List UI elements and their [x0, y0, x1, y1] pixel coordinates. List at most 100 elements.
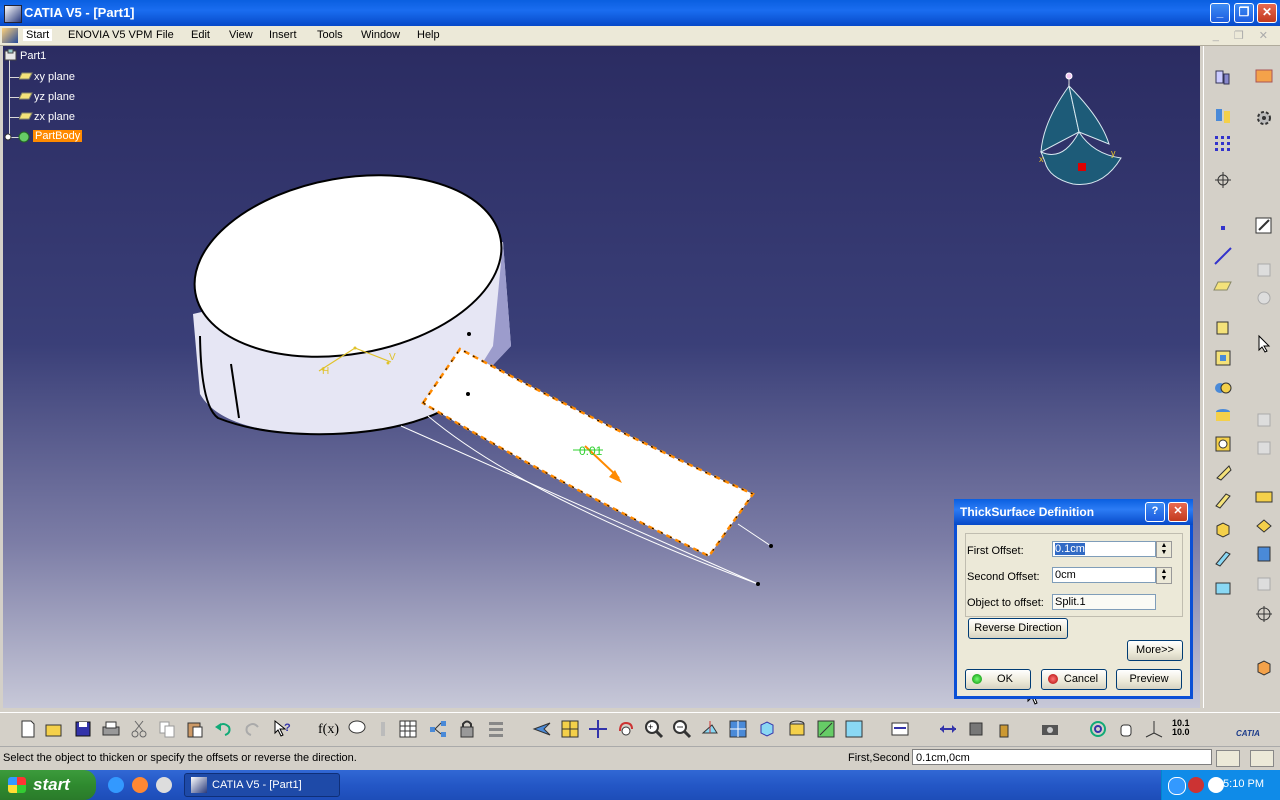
start-button[interactable]: start: [0, 770, 96, 800]
join-icon[interactable]: [1254, 486, 1274, 506]
spiral-icon[interactable]: [1088, 719, 1108, 739]
update-icon[interactable]: [890, 719, 910, 739]
hide-show-icon[interactable]: [816, 719, 836, 739]
tray-alert-icon[interactable]: [1188, 777, 1204, 793]
preview-button[interactable]: Preview: [1116, 669, 1182, 690]
menu-window[interactable]: Window: [361, 29, 400, 41]
first-offset-spinner[interactable]: ▲ ▼: [1156, 541, 1172, 558]
object-to-offset-field[interactable]: Split.1: [1052, 594, 1156, 610]
formula-icon[interactable]: f(x): [318, 722, 339, 738]
redo-icon[interactable]: [243, 719, 263, 739]
menu-help[interactable]: Help: [417, 29, 440, 41]
shading-icon[interactable]: [787, 719, 807, 739]
surface-icon[interactable]: [1213, 106, 1233, 126]
revolve-icon[interactable]: [1213, 348, 1233, 368]
measure-icon[interactable]: [938, 719, 958, 739]
edge-fillet-icon[interactable]: [1213, 578, 1233, 598]
compass-widget[interactable]: x y: [1033, 72, 1133, 190]
extract-icon[interactable]: [1254, 544, 1274, 564]
cut-icon[interactable]: [129, 719, 149, 739]
target-icon[interactable]: [1254, 604, 1274, 624]
normal-view-icon[interactable]: [700, 719, 720, 739]
first-offset-field[interactable]: 0.1cm: [1052, 541, 1156, 557]
plane-icon[interactable]: [1213, 276, 1233, 296]
menu-insert[interactable]: Insert: [269, 29, 297, 41]
undo-icon[interactable]: [213, 719, 233, 739]
open-icon[interactable]: [44, 719, 64, 739]
extrude-icon[interactable]: [1213, 318, 1233, 338]
save-icon[interactable]: [73, 719, 93, 739]
menu-edit[interactable]: Edit: [191, 29, 210, 41]
solid-box-icon[interactable]: [1254, 658, 1274, 678]
menu-tools[interactable]: Tools: [317, 29, 343, 41]
rotate-icon[interactable]: [616, 719, 636, 739]
snapshot-icon[interactable]: [1040, 719, 1060, 739]
media-icon[interactable]: [156, 777, 172, 793]
menu-enovia[interactable]: ENOVIA V5 VPM: [68, 29, 152, 41]
multi-view-icon[interactable]: [728, 719, 748, 739]
status-input-field[interactable]: 0.1cm,0cm: [912, 749, 1212, 765]
sphere-icon[interactable]: [1213, 378, 1233, 398]
menu-file[interactable]: File: [156, 29, 174, 41]
table-icon[interactable]: [398, 719, 418, 739]
taskbar-item-catia[interactable]: CATIA V5 - [Part1]: [184, 773, 340, 797]
untrim-icon[interactable]: [1213, 548, 1233, 568]
select-arrow-icon[interactable]: [1254, 334, 1274, 354]
new-icon[interactable]: [18, 719, 38, 739]
status-button-1[interactable]: [1216, 750, 1240, 767]
hierarchy-icon[interactable]: [428, 719, 448, 739]
lock-icon[interactable]: [457, 719, 477, 739]
start-icon[interactable]: [2, 28, 18, 43]
zoom-in-icon[interactable]: +: [644, 719, 664, 739]
tray-arrow-icon[interactable]: [1168, 777, 1186, 795]
swap-icon[interactable]: [844, 719, 864, 739]
split-icon[interactable]: [1254, 516, 1274, 536]
second-offset-field[interactable]: 0cm: [1052, 567, 1156, 583]
help-button[interactable]: ?: [1145, 502, 1165, 522]
zoom-out-icon[interactable]: [672, 719, 692, 739]
gear-icon[interactable]: [1254, 108, 1274, 128]
more-button[interactable]: More>>: [1127, 640, 1183, 661]
inertia-icon[interactable]: [966, 719, 986, 739]
cylinder-icon[interactable]: [1213, 406, 1233, 426]
fit-all-icon[interactable]: [560, 719, 580, 739]
sketcher-icon[interactable]: [1213, 68, 1233, 88]
close-button[interactable]: ✕: [1257, 3, 1277, 23]
tray-sound-icon[interactable]: [1208, 777, 1224, 793]
scale-label[interactable]: 10.1 10.0: [1172, 719, 1190, 737]
fly-icon[interactable]: [532, 719, 552, 739]
axis-system-icon[interactable]: [1213, 170, 1233, 190]
knowledge-icon[interactable]: [373, 719, 393, 739]
menu-view[interactable]: View: [229, 29, 253, 41]
whats-this-icon[interactable]: ?: [273, 719, 293, 739]
sketch-icon[interactable]: [1254, 216, 1274, 236]
workbench-icon[interactable]: [1254, 66, 1274, 86]
mdi-window-buttons[interactable]: _ ❐ ✕: [1213, 29, 1274, 42]
point-icon[interactable]: [1213, 218, 1233, 238]
cancel-button[interactable]: Cancel: [1041, 669, 1107, 690]
dialog-close-button[interactable]: ✕: [1168, 502, 1188, 522]
firefox-icon[interactable]: [132, 777, 148, 793]
tools-icon[interactable]: [486, 719, 506, 739]
grid-icon[interactable]: [1213, 134, 1233, 154]
pan-icon[interactable]: [588, 719, 608, 739]
offset-icon[interactable]: [1213, 434, 1233, 454]
thick-surface-icon[interactable]: [1213, 490, 1233, 510]
axis-icon[interactable]: [1144, 719, 1164, 739]
status-button-2[interactable]: [1250, 750, 1274, 767]
print-icon[interactable]: [101, 719, 121, 739]
copy-icon[interactable]: [157, 719, 177, 739]
menu-start[interactable]: Start: [23, 29, 53, 41]
line-icon[interactable]: [1213, 246, 1233, 266]
bottle-icon[interactable]: [994, 719, 1014, 739]
ie-icon[interactable]: [108, 777, 124, 793]
ok-button[interactable]: OK: [965, 669, 1031, 690]
hand-icon[interactable]: [1116, 719, 1136, 739]
maximize-button[interactable]: ❐: [1234, 3, 1254, 23]
fill-icon[interactable]: [1213, 462, 1233, 482]
reverse-direction-button[interactable]: Reverse Direction: [968, 618, 1068, 639]
second-offset-spinner[interactable]: ▲ ▼: [1156, 567, 1172, 584]
paste-icon[interactable]: [185, 719, 205, 739]
iso-view-icon[interactable]: [757, 719, 777, 739]
box-icon[interactable]: [1213, 520, 1233, 540]
